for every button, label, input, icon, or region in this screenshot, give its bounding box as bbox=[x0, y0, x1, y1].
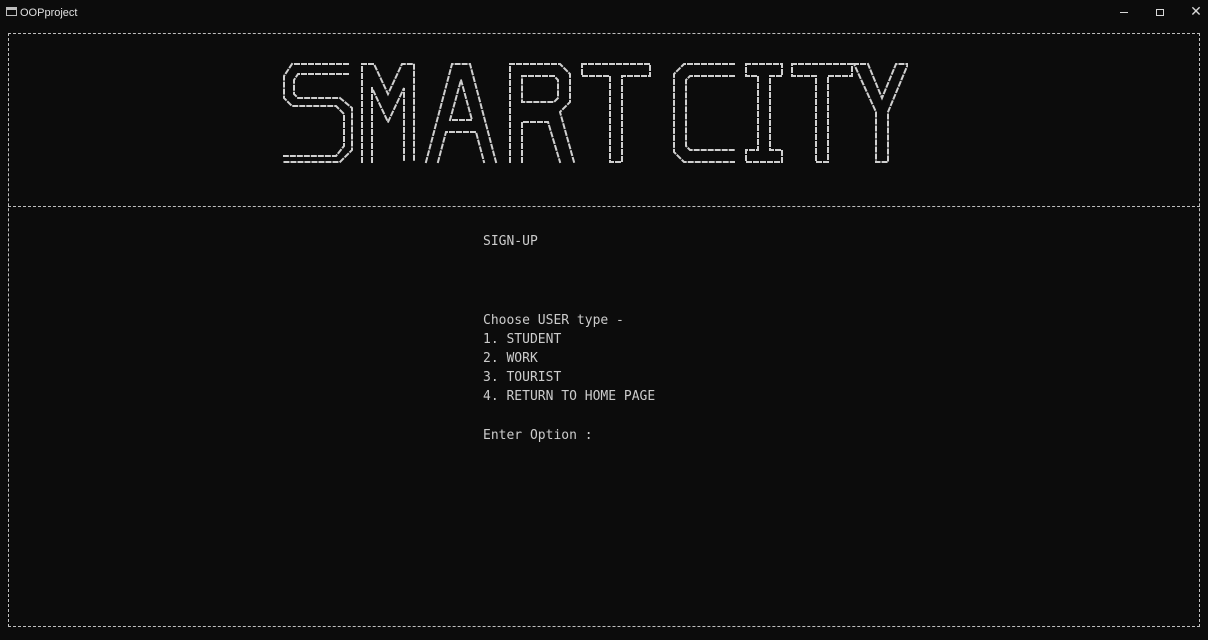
minimize-button[interactable] bbox=[1104, 0, 1144, 26]
minimize-icon bbox=[1120, 12, 1128, 13]
border-top bbox=[8, 33, 1200, 34]
option-tourist: 3. TOURIST bbox=[483, 370, 562, 385]
enter-option-prompt[interactable]: Enter Option : bbox=[483, 426, 593, 445]
window-title: OOPproject bbox=[20, 7, 78, 19]
console-window: OOPproject ✕ SIGN-UP Choose USER type - … bbox=[0, 0, 1208, 640]
screen-heading: SIGN-UP bbox=[483, 234, 538, 249]
console-app-icon bbox=[6, 7, 17, 16]
smart-city-banner-art bbox=[283, 63, 908, 164]
border-right bbox=[1199, 33, 1200, 627]
user-type-prompt: Choose USER type - bbox=[483, 313, 624, 328]
console-output: SIGN-UP Choose USER type - 1. STUDENT 2.… bbox=[0, 26, 1208, 640]
banner-divider bbox=[8, 206, 1200, 207]
border-bottom bbox=[8, 626, 1200, 627]
maximize-icon bbox=[1156, 9, 1164, 16]
option-work: 2. WORK bbox=[483, 351, 538, 366]
option-student: 1. STUDENT bbox=[483, 332, 562, 347]
close-icon: ✕ bbox=[1190, 4, 1202, 20]
maximize-button[interactable] bbox=[1140, 0, 1180, 26]
close-button[interactable]: ✕ bbox=[1176, 0, 1208, 26]
ascii-banner bbox=[278, 58, 908, 164]
border-left bbox=[8, 33, 9, 627]
option-return-home: 4. RETURN TO HOME PAGE bbox=[483, 389, 656, 404]
title-bar[interactable]: OOPproject ✕ bbox=[0, 0, 1208, 26]
